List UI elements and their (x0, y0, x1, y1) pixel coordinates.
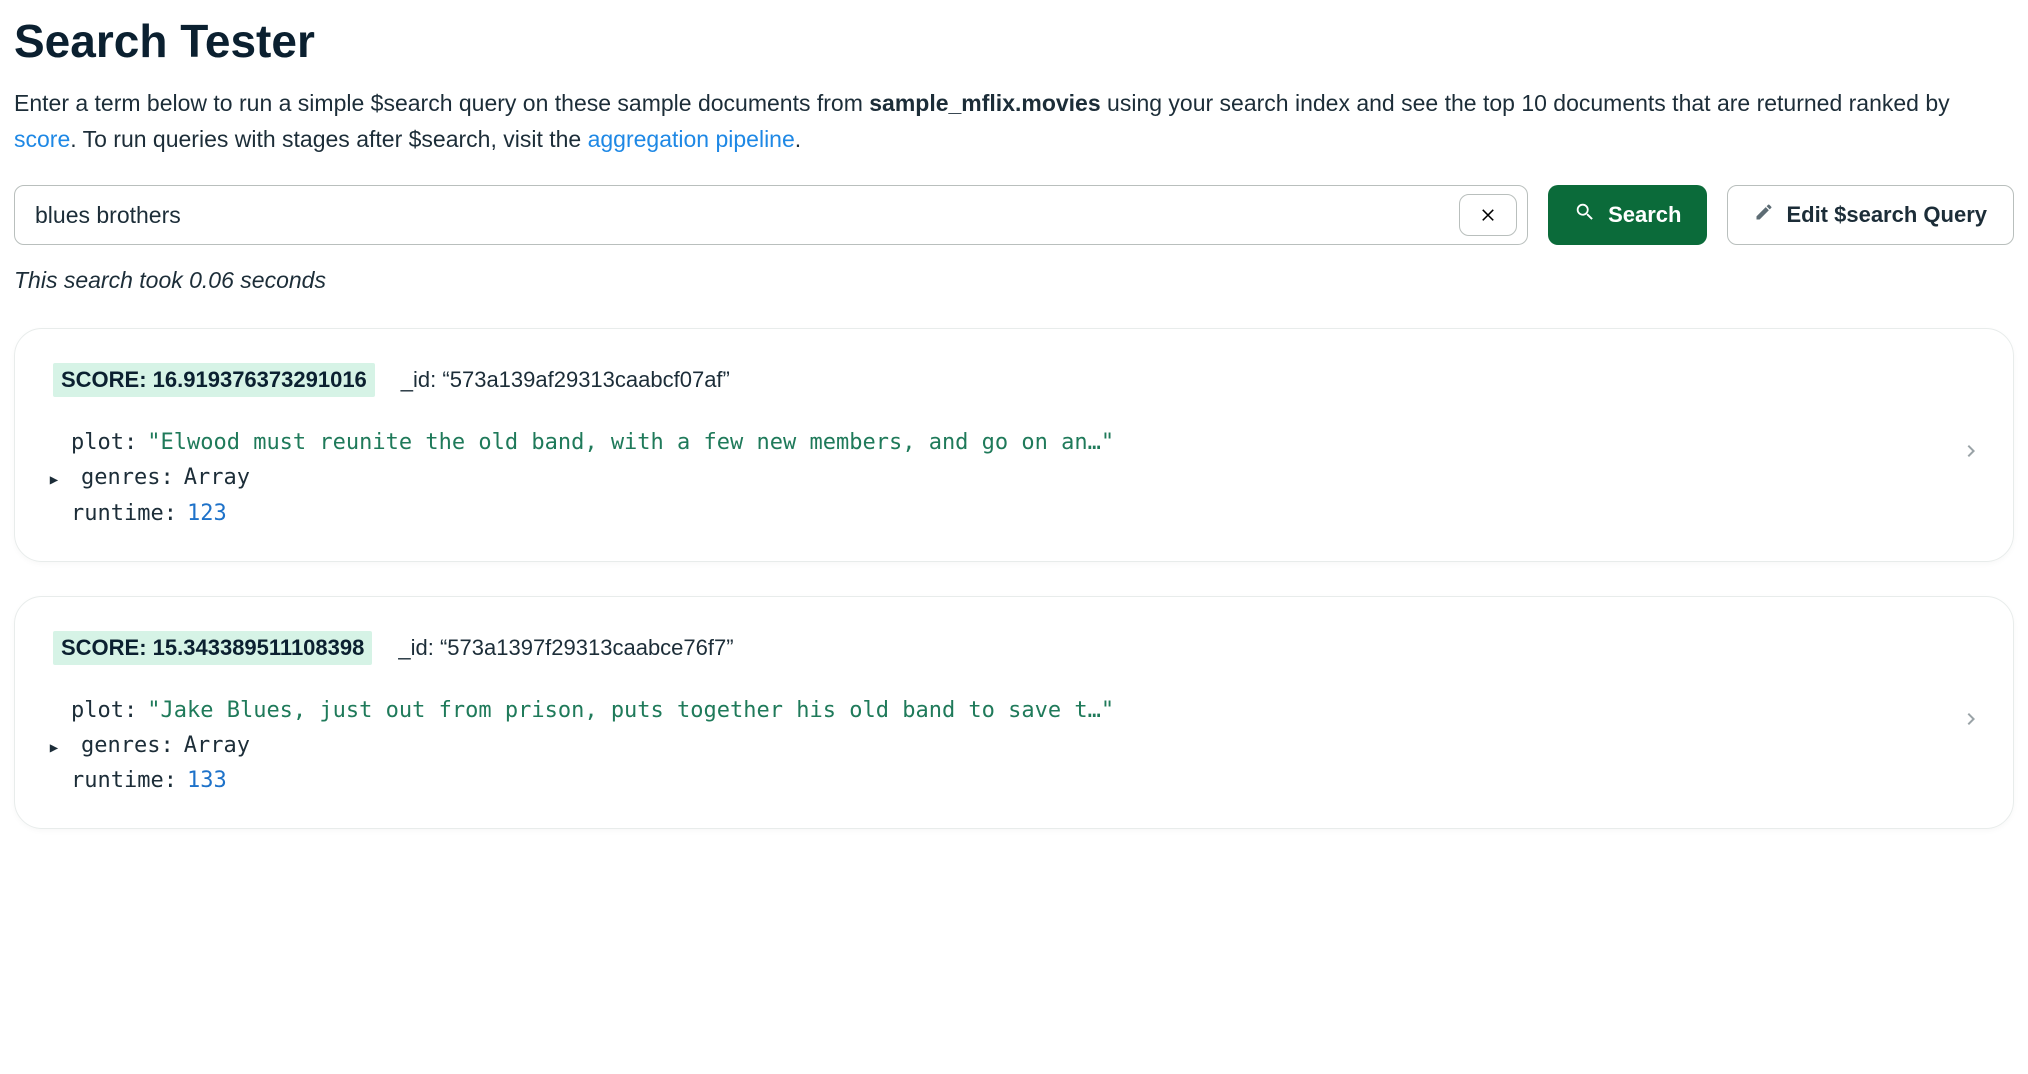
score-badge: SCORE: 16.919376373291016 (53, 363, 375, 397)
doc-field-plot: plot: "Jake Blues, just out from prison,… (71, 693, 1975, 728)
search-input-wrap (14, 185, 1528, 245)
field-key: genres: (81, 460, 174, 495)
doc-field-plot: plot: "Elwood must reunite the old band,… (71, 425, 1975, 460)
field-key: plot: (71, 693, 137, 728)
chevron-right-icon (1959, 445, 1983, 468)
status-text: This search took 0.06 seconds (14, 267, 2014, 294)
pencil-icon (1754, 202, 1774, 228)
id-key: _id: (398, 635, 433, 660)
field-key: runtime: (71, 763, 177, 798)
expand-result-button[interactable] (1959, 439, 1983, 469)
search-button-label: Search (1608, 202, 1681, 228)
intro-end: . (795, 126, 801, 152)
id-value: “573a139af29313caabcf07af” (442, 367, 729, 392)
edit-query-button[interactable]: Edit $search Query (1727, 185, 2014, 245)
intro-pre: Enter a term below to run a simple $sear… (14, 90, 869, 116)
field-value: 123 (187, 496, 227, 531)
result-card: SCORE: 16.919376373291016 _id: “573a139a… (14, 328, 2014, 562)
expand-caret-icon[interactable]: ▶ (47, 737, 61, 759)
close-icon (1479, 205, 1497, 226)
result-card: SCORE: 15.343389511108398 _id: “573a1397… (14, 596, 2014, 830)
search-button[interactable]: Search (1548, 185, 1707, 245)
aggregation-link[interactable]: aggregation pipeline (588, 126, 795, 152)
field-key: plot: (71, 425, 137, 460)
page-title: Search Tester (14, 14, 2014, 68)
chevron-right-icon (1959, 713, 1983, 736)
intro-mid: using your search index and see the top … (1101, 90, 1950, 116)
doc-body: plot: "Jake Blues, just out from prison,… (53, 693, 1975, 799)
field-key: genres: (81, 728, 174, 763)
field-value: "Jake Blues, just out from prison, puts … (147, 693, 1114, 728)
field-key: runtime: (71, 496, 177, 531)
id-text: _id: “573a1397f29313caabce76f7” (398, 635, 733, 661)
doc-body: plot: "Elwood must reunite the old band,… (53, 425, 1975, 531)
doc-field-genres: ▶ genres: Array (71, 728, 1975, 763)
expand-caret-icon[interactable]: ▶ (47, 469, 61, 491)
doc-field-runtime: runtime: 133 (71, 763, 1975, 798)
result-header: SCORE: 15.343389511108398 _id: “573a1397… (53, 631, 1975, 665)
field-value: 133 (187, 763, 227, 798)
id-value: “573a1397f29313caabce76f7” (440, 635, 734, 660)
clear-button[interactable] (1459, 194, 1517, 236)
edit-button-label: Edit $search Query (1786, 202, 1987, 228)
search-icon (1574, 201, 1596, 229)
doc-field-runtime: runtime: 123 (71, 496, 1975, 531)
score-link[interactable]: score (14, 126, 70, 152)
intro-text: Enter a term below to run a simple $sear… (14, 86, 2014, 157)
result-header: SCORE: 16.919376373291016 _id: “573a139a… (53, 363, 1975, 397)
id-text: _id: “573a139af29313caabcf07af” (401, 367, 730, 393)
search-input[interactable] (35, 202, 1459, 229)
id-key: _id: (401, 367, 436, 392)
expand-result-button[interactable] (1959, 707, 1983, 737)
field-value: "Elwood must reunite the old band, with … (147, 425, 1114, 460)
search-row: Search Edit $search Query (14, 185, 2014, 245)
score-badge: SCORE: 15.343389511108398 (53, 631, 372, 665)
field-value: Array (184, 728, 250, 763)
intro-collection: sample_mflix.movies (869, 90, 1100, 116)
doc-field-genres: ▶ genres: Array (71, 460, 1975, 495)
intro-post-score: . To run queries with stages after $sear… (70, 126, 587, 152)
field-value: Array (184, 460, 250, 495)
